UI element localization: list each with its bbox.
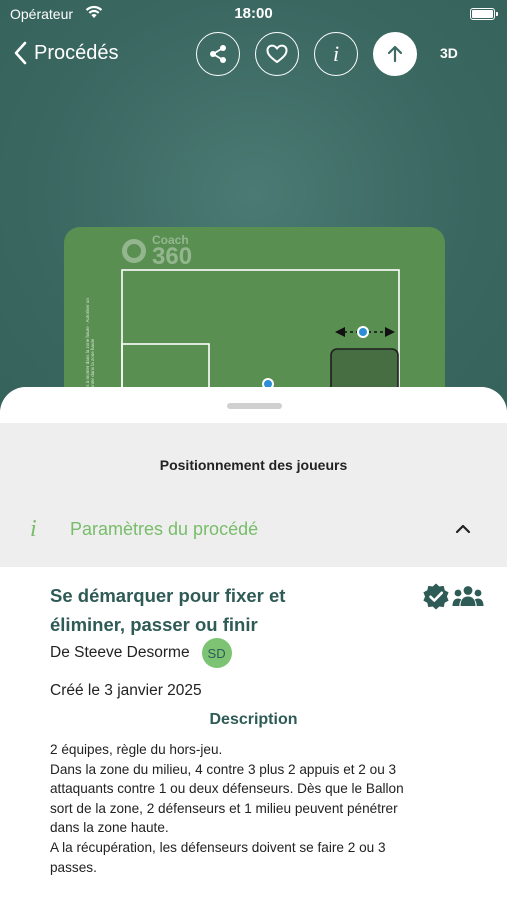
chevron-up-icon[interactable] xyxy=(455,524,471,534)
share-icon xyxy=(210,45,226,63)
group-icon xyxy=(452,586,484,606)
created-date: Créé le 3 janvier 2025 xyxy=(50,682,202,699)
chevron-left-icon xyxy=(14,41,27,65)
verified-badge-icon xyxy=(423,583,449,610)
description-heading: Description xyxy=(209,711,298,728)
description-line: dans la zone haute. xyxy=(50,820,169,836)
share-button[interactable] xyxy=(196,32,240,76)
clock: 18:00 xyxy=(234,5,273,22)
drill-title: Se démarquer pour fixer et éliminer, pas… xyxy=(50,585,286,635)
battery-icon xyxy=(470,8,498,20)
description-line: A la récupération, les défenseurs doiven… xyxy=(50,839,386,855)
upload-button[interactable] xyxy=(373,32,417,76)
description-text: 2 équipes, règle du hors-jeu. Dans la zo… xyxy=(50,740,482,877)
status-bar: Opérateur 18:00 xyxy=(0,0,507,28)
info-icon: i xyxy=(332,41,340,66)
bottom-sheet: Positionnement des joueurs i Paramètres … xyxy=(0,387,507,900)
params-accordion-header[interactable]: i Paramètres du procédé xyxy=(0,504,507,552)
info-button[interactable]: i xyxy=(314,32,358,76)
sheet-title: Positionnement des joueurs xyxy=(159,457,348,473)
player-marker-right xyxy=(335,326,395,338)
params-label: Paramètres du procédé xyxy=(70,519,259,539)
description-line: 2 équipes, règle du hors-jeu. xyxy=(50,742,223,757)
back-label: Procédés xyxy=(34,41,119,64)
avatar[interactable]: SD xyxy=(201,638,232,668)
back-button[interactable]: Procédés xyxy=(14,37,119,69)
description-line: attaquants contre 1 ou deux défenseurs. … xyxy=(50,781,404,797)
description-line: Dans la zone du milieu, 4 contre 3 plus … xyxy=(50,761,397,777)
info-icon: i xyxy=(30,516,37,542)
sheet-grabber[interactable] xyxy=(227,403,282,409)
author-name: De Steeve Desorme xyxy=(50,644,190,661)
view-3d-button[interactable]: 3D xyxy=(440,45,458,61)
drill-details: Se démarquer pour fixer et éliminer, pas… xyxy=(0,567,507,900)
description-line: passes. xyxy=(50,859,97,875)
heart-icon xyxy=(266,44,288,63)
description-line: sort de la zone, 2 défenseurs et 1 milie… xyxy=(50,800,398,816)
favorite-button[interactable] xyxy=(255,32,299,76)
author-row: De Steeve Desorme SD xyxy=(50,638,232,668)
arrow-up-icon xyxy=(387,45,403,63)
